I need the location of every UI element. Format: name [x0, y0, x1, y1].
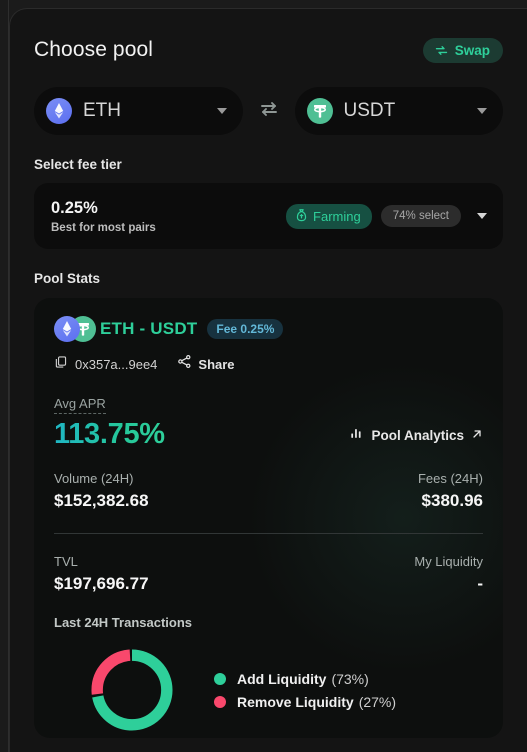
fees-24h-value: $380.96	[421, 491, 483, 510]
legend-color-dot	[214, 672, 226, 685]
apr-row: 113.75% Pool Analytics	[54, 418, 483, 451]
pool-analytics-link[interactable]: Pool Analytics	[350, 426, 483, 445]
legend-item-add-liquidity: Add Liquidity (73%)	[214, 671, 396, 687]
ethereum-token-icon	[54, 316, 80, 342]
swap-button-label: Swap	[454, 42, 490, 58]
fee-tier-select-share-badge: 74% select	[380, 205, 461, 227]
my-liquidity-value: -	[477, 574, 483, 593]
fees-24h-label: Fees (24H)	[417, 471, 483, 486]
copy-icon[interactable]	[54, 355, 68, 374]
share-nodes-icon	[177, 354, 192, 374]
token-select-from[interactable]: ETH	[34, 87, 243, 135]
legend-percent: (27%)	[358, 693, 397, 710]
token-to-symbol: USDT	[343, 100, 396, 121]
fee-tier-info: 0.25% Best for most pairs	[51, 199, 286, 234]
pool-pair-name: ETH - USDT	[100, 319, 198, 338]
chevron-down-icon	[477, 108, 487, 114]
chevron-down-icon	[216, 108, 227, 114]
pool-analytics-label: Pool Analytics	[371, 428, 464, 443]
panel-header: Choose pool Swap	[34, 33, 503, 67]
money-bag-icon	[295, 208, 308, 225]
pool-stats-section-label: Pool Stats	[34, 271, 101, 286]
page-title: Choose pool	[34, 38, 154, 61]
pool-address[interactable]: 0x357a...9ee4	[75, 357, 157, 372]
chevron-down-icon[interactable]	[477, 213, 487, 219]
pool-address-row: 0x357a...9ee4 Share	[54, 354, 483, 374]
share-button[interactable]: Share	[177, 354, 235, 374]
token-select-to[interactable]: USDT	[294, 87, 503, 135]
fees-24h-block: Fees (24H) $380.96	[418, 471, 483, 511]
swap-circular-arrows-icon	[434, 43, 449, 58]
my-liquidity-block: My Liquidity -	[414, 554, 483, 594]
pool-pair-header: ETH - USDT Fee 0.25%	[54, 316, 483, 342]
volume-24h-value: $152,382.68	[54, 491, 149, 510]
fee-tier-section-label: Select fee tier	[34, 157, 122, 172]
avg-apr-label: Avg APR	[54, 396, 106, 414]
legend-percent: (73%)	[331, 670, 369, 687]
tvl-value: $197,696.77	[54, 574, 149, 593]
fee-tier-percent: 0.25%	[51, 198, 98, 217]
ethereum-token-icon	[46, 98, 72, 124]
farming-badge: Farming	[286, 203, 372, 229]
pool-pair-icons	[54, 316, 96, 342]
chart-legend: Add Liquidity (73%) Remove Liquidity (27…	[214, 664, 396, 717]
token-from-symbol: ETH	[83, 100, 121, 121]
fee-tier-description: Best for most pairs	[51, 221, 156, 234]
legend-label: Remove Liquidity	[237, 693, 354, 710]
volume-24h-block: Volume (24H) $152,382.68	[54, 471, 149, 511]
tvl-label: TVL	[54, 554, 78, 569]
stats-divider	[54, 533, 483, 534]
choose-pool-panel: Choose pool Swap ETH USDT Select fee tie…	[9, 8, 527, 752]
transactions-donut-chart	[91, 649, 173, 731]
bar-chart-icon	[350, 426, 364, 445]
volume-fees-row: Volume (24H) $152,382.68 Fees (24H) $380…	[54, 471, 483, 511]
legend-color-dot	[214, 695, 226, 708]
fee-tier-selector[interactable]: 0.25% Best for most pairs Farming 74% se…	[34, 183, 503, 249]
external-link-arrow-icon	[471, 427, 483, 445]
switch-tokens-button[interactable]	[243, 100, 295, 123]
my-liquidity-label: My Liquidity	[414, 554, 483, 569]
pool-stats-card: ETH - USDT Fee 0.25% 0x357a...9ee4 Share…	[34, 298, 503, 738]
last-24h-transactions-label: Last 24H Transactions	[54, 615, 192, 630]
farming-badge-label: Farming	[313, 208, 361, 224]
switch-arrows-icon	[257, 100, 281, 123]
tether-token-icon	[306, 98, 333, 124]
pool-fee-pill: Fee 0.25%	[207, 319, 284, 339]
legend-item-remove-liquidity: Remove Liquidity (27%)	[214, 694, 396, 710]
tvl-liquidity-row: TVL $197,696.77 My Liquidity -	[54, 554, 483, 594]
tvl-block: TVL $197,696.77	[54, 554, 149, 594]
volume-24h-label: Volume (24H)	[54, 471, 134, 486]
avg-apr-value: 113.75%	[54, 418, 165, 450]
token-pair-selector: ETH USDT	[34, 87, 503, 135]
legend-label: Add Liquidity	[237, 670, 327, 687]
swap-button[interactable]: Swap	[422, 37, 503, 63]
share-label: Share	[198, 356, 235, 372]
app-root: Choose pool Swap ETH USDT Select fee tie…	[0, 0, 527, 752]
transactions-chart-row: Add Liquidity (73%) Remove Liquidity (27…	[54, 644, 483, 736]
